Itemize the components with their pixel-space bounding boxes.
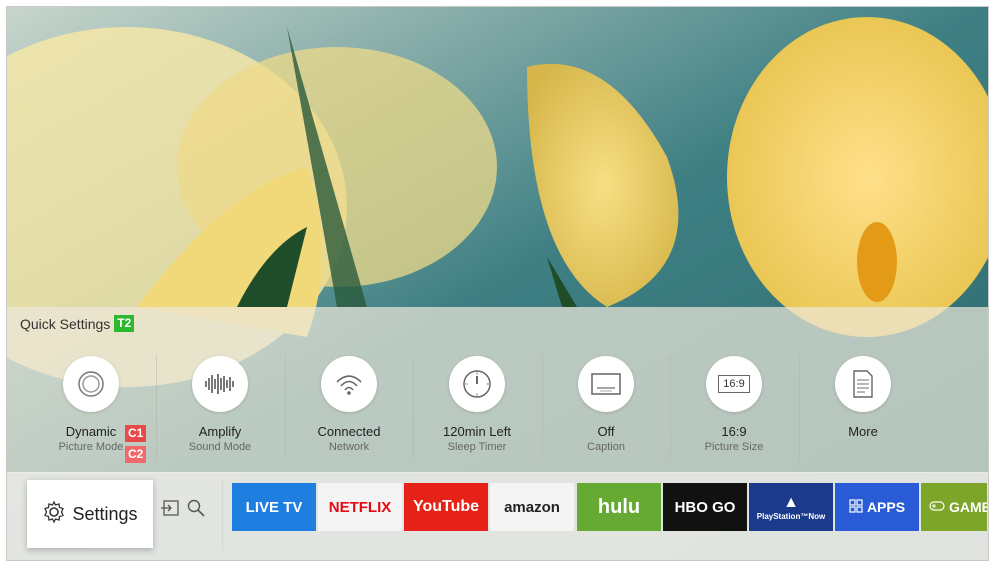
caption-icon [578, 356, 634, 412]
app-tile-hulu[interactable]: hulu [577, 483, 661, 531]
app-tile-label: APPS [866, 499, 906, 515]
app-tile-label: amazon [504, 498, 560, 516]
qs-label: Caption [542, 439, 670, 455]
qs-label-text: Caption [587, 441, 625, 453]
app-tile-label: HBO GO [674, 498, 736, 516]
qs-more[interactable]: More [799, 356, 927, 460]
app-tile-label: NETFLIX [328, 498, 392, 516]
aspect-ratio-icon: 16:9 [706, 356, 762, 412]
playstation-icon: ▲ [783, 493, 799, 511]
picture-mode-icon [63, 356, 119, 412]
app-tile-playstation-now[interactable]: ▲ PlayStation™Now [749, 483, 833, 531]
app-tile-label: GAME [949, 499, 987, 515]
qs-value: 16:9 [670, 424, 798, 439]
tag-c2: C2 [125, 446, 147, 463]
qs-network[interactable]: Connected Network [285, 356, 413, 460]
quick-settings-title-text: Quick Settings [20, 315, 111, 332]
wifi-icon [321, 356, 377, 412]
qs-value-text: Amplify [198, 424, 242, 439]
qs-picture-mode[interactable]: Dynamic Picture Mode [27, 356, 155, 460]
gear-icon [42, 500, 66, 529]
settings-button[interactable]: Settings [27, 480, 153, 548]
qs-value-text: More [848, 424, 878, 439]
qs-label: Picture Size [670, 439, 798, 455]
qs-label: Sleep Timer [413, 439, 541, 455]
app-tile-netflix[interactable]: NETFLIX [318, 483, 402, 531]
app-tile-amazon[interactable]: amazon [490, 483, 574, 531]
settings-label: Settings [72, 503, 138, 524]
app-tile-label: PlayStation™Now [756, 511, 826, 521]
qs-picture-size[interactable]: 16:9 16:9 Picture Size [670, 356, 798, 460]
gamepad-icon [929, 499, 945, 515]
sound-wave-icon [192, 356, 248, 412]
aspect-ratio-icon-text: 16:9 [718, 375, 750, 393]
app-tile-label: hulu [597, 495, 641, 518]
qs-value: More [799, 424, 927, 439]
qs-label-text: Network [328, 441, 370, 453]
quick-settings-title: Quick Settings T2 [20, 315, 135, 332]
tag-c1: C1 [125, 425, 147, 442]
bar-divider [222, 479, 223, 551]
app-tile-label: YouTube [412, 498, 480, 515]
qs-value: Amplify [156, 424, 284, 439]
qs-label: Network [285, 439, 413, 455]
qs-value: Connected [285, 424, 413, 439]
qs-label-text: Sound Mode [188, 441, 252, 453]
tag-t2: T2 [114, 315, 135, 332]
app-tile-apps[interactable]: APPS [835, 483, 919, 531]
app-tile-hbo-go[interactable]: HBO GO [663, 483, 747, 531]
document-icon [835, 356, 891, 412]
qs-value: 120min Left [413, 424, 541, 439]
app-tile-live-tv[interactable]: LIVE TV [232, 483, 316, 531]
qs-sleep-timer[interactable]: 120min Left Sleep Timer [413, 356, 541, 460]
app-tile-label: LIVE TV [245, 498, 303, 516]
qs-value-text: 16:9 [721, 424, 747, 439]
qs-sound-mode[interactable]: Amplify Sound Mode [156, 356, 284, 460]
apps-grid-icon [849, 498, 863, 516]
app-tile-youtube[interactable]: YouTube [404, 483, 488, 531]
timer-icon [449, 356, 505, 412]
qs-value-text: Off [597, 424, 615, 439]
qs-value-text: Connected [317, 424, 381, 439]
tv-screen [6, 6, 989, 561]
search-icon[interactable] [186, 498, 206, 518]
qs-value-text: Dynamic [65, 424, 117, 439]
app-tile-game[interactable]: GAME [921, 483, 987, 531]
qs-value-text: 120min Left [443, 424, 511, 439]
qs-label-text: Picture Size [704, 441, 764, 453]
qs-label-text: Picture Mode [58, 441, 124, 453]
qs-label-text: Sleep Timer [447, 441, 507, 453]
source-input-icon[interactable] [160, 498, 180, 518]
qs-caption[interactable]: Off Caption [542, 356, 670, 460]
qs-value: Off [542, 424, 670, 439]
qs-label: Sound Mode [156, 439, 284, 455]
